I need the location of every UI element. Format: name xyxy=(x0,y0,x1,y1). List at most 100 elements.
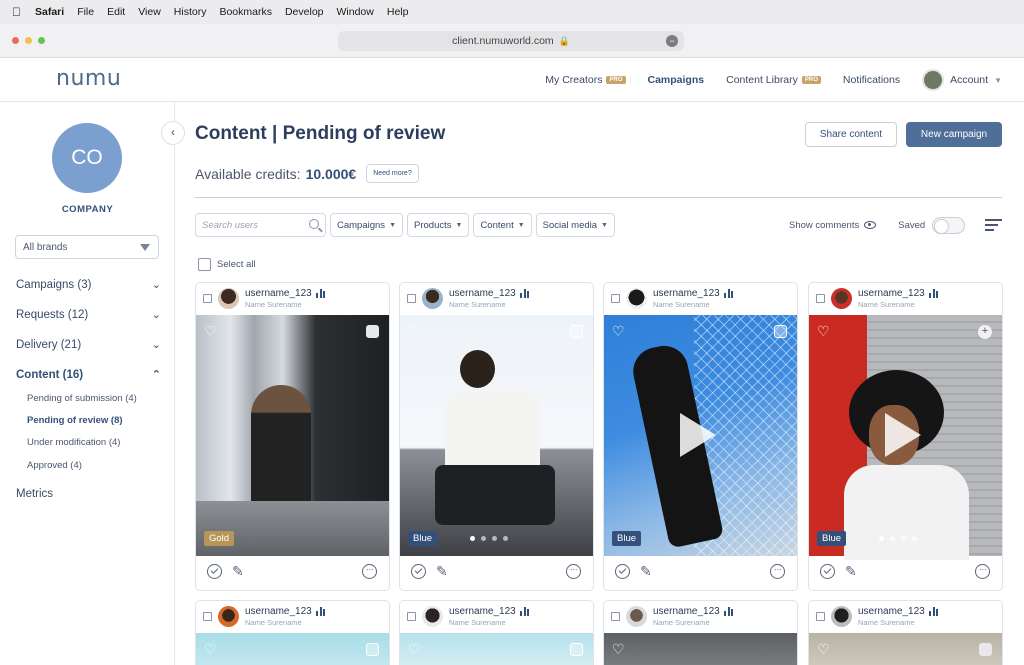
content-photo[interactable]: ♡ xyxy=(604,633,797,665)
heart-icon[interactable]: ♡ xyxy=(408,323,421,340)
eye-icon[interactable] xyxy=(864,221,877,229)
content-photo[interactable]: ♡ xyxy=(809,633,1002,665)
select-corner-icon[interactable] xyxy=(570,325,583,338)
creator-avatar[interactable] xyxy=(422,606,443,627)
edit-icon[interactable]: ✎ xyxy=(845,563,857,580)
stats-icon[interactable] xyxy=(520,289,529,298)
content-photo[interactable]: ♡ xyxy=(400,633,593,665)
menu-safari[interactable]: Safari xyxy=(35,6,64,18)
new-campaign-button[interactable]: New campaign xyxy=(906,122,1002,147)
content-card[interactable]: username_123 Name Surename ♡ xyxy=(808,600,1003,665)
more-options-icon[interactable]: ··· xyxy=(362,564,377,579)
card-checkbox[interactable] xyxy=(611,612,620,621)
more-options-icon[interactable]: ··· xyxy=(975,564,990,579)
heart-icon[interactable]: ♡ xyxy=(817,323,830,340)
card-checkbox[interactable] xyxy=(203,294,212,303)
carousel-dots[interactable] xyxy=(470,536,508,541)
select-all[interactable]: Select all xyxy=(198,258,256,271)
creator-avatar[interactable] xyxy=(422,288,443,309)
sidebar-sub-approved[interactable]: Approved (4) xyxy=(27,460,82,471)
select-corner-icon[interactable] xyxy=(366,325,379,338)
stats-icon[interactable] xyxy=(724,289,733,298)
heart-icon[interactable]: ♡ xyxy=(204,323,217,340)
sidebar-sub-pending-submission[interactable]: Pending of submission (4) xyxy=(27,393,137,404)
edit-icon[interactable]: ✎ xyxy=(436,563,448,580)
menu-develop[interactable]: Develop xyxy=(285,6,324,18)
nav-notifications[interactable]: Notifications xyxy=(843,74,900,86)
need-more-button[interactable]: Need more? xyxy=(366,164,419,183)
stats-icon[interactable] xyxy=(316,289,325,298)
menu-bookmarks[interactable]: Bookmarks xyxy=(219,6,272,18)
share-content-button[interactable]: Share content xyxy=(805,122,897,147)
select-corner-icon[interactable] xyxy=(979,643,992,656)
heart-icon[interactable]: ♡ xyxy=(408,641,421,658)
apple-icon[interactable]:  xyxy=(12,5,21,19)
sort-icon[interactable] xyxy=(985,219,1002,234)
card-checkbox[interactable] xyxy=(203,612,212,621)
content-card[interactable]: username_123 Name Surename ♡ Blue ✎ ··· xyxy=(603,282,798,591)
search-input[interactable]: Search users xyxy=(195,213,326,237)
menu-view[interactable]: View xyxy=(138,6,161,18)
card-checkbox[interactable] xyxy=(611,294,620,303)
creator-avatar[interactable] xyxy=(626,606,647,627)
collapse-sidebar-button[interactable]: ‹ xyxy=(161,121,185,145)
account-menu[interactable]: Account ▼ xyxy=(922,69,1002,91)
approve-icon[interactable] xyxy=(820,564,835,579)
menu-help[interactable]: Help xyxy=(387,6,409,18)
filter-social-media[interactable]: Social media ▼ xyxy=(535,213,615,237)
sidebar-sub-under-modification[interactable]: Under modification (4) xyxy=(27,437,120,448)
creator-username[interactable]: username_123 xyxy=(449,288,516,299)
approve-icon[interactable] xyxy=(615,564,630,579)
filter-products[interactable]: Products ▼ xyxy=(407,213,470,237)
edit-icon[interactable]: ✎ xyxy=(232,563,244,580)
content-photo[interactable]: ♡ + Blue xyxy=(809,315,1002,560)
menu-history[interactable]: History xyxy=(174,6,207,18)
sidebar-sub-pending-review[interactable]: Pending of review (8) xyxy=(27,415,123,426)
brands-select[interactable]: All brands xyxy=(15,235,159,259)
sidebar-item-delivery[interactable]: Delivery (21) ⌄ xyxy=(16,338,161,352)
creator-username[interactable]: username_123 xyxy=(858,606,925,617)
creator-avatar[interactable] xyxy=(218,606,239,627)
heart-icon[interactable]: ♡ xyxy=(612,323,625,340)
heart-icon[interactable]: ♡ xyxy=(817,641,830,658)
approve-icon[interactable] xyxy=(207,564,222,579)
saved-toggle[interactable] xyxy=(932,216,966,234)
play-icon[interactable] xyxy=(680,413,716,457)
more-options-icon[interactable]: ··· xyxy=(770,564,785,579)
stats-icon[interactable] xyxy=(929,607,938,616)
creator-avatar[interactable] xyxy=(831,606,852,627)
content-photo[interactable]: ♡ Blue xyxy=(604,315,797,556)
stats-icon[interactable] xyxy=(929,289,938,298)
content-card[interactable]: username_123 Name Surename ♡ xyxy=(399,600,594,665)
content-card[interactable]: username_123 Name Surename ♡ xyxy=(195,600,390,665)
filter-campaigns[interactable]: Campaigns ▼ xyxy=(330,213,403,237)
nav-content-library[interactable]: Content Library PRO xyxy=(726,74,821,86)
creator-username[interactable]: username_123 xyxy=(245,606,312,617)
card-checkbox[interactable] xyxy=(816,612,825,621)
reload-icon[interactable]: − xyxy=(666,35,678,47)
select-all-checkbox[interactable] xyxy=(198,258,211,271)
menu-window[interactable]: Window xyxy=(337,6,374,18)
creator-avatar[interactable] xyxy=(626,288,647,309)
stats-icon[interactable] xyxy=(316,607,325,616)
card-checkbox[interactable] xyxy=(407,612,416,621)
more-options-icon[interactable]: ··· xyxy=(566,564,581,579)
select-corner-icon[interactable] xyxy=(570,643,583,656)
play-icon[interactable] xyxy=(885,413,921,457)
sidebar-item-requests[interactable]: Requests (12) ⌄ xyxy=(16,308,161,322)
zoom-window-button[interactable] xyxy=(38,37,45,44)
edit-icon[interactable]: ✎ xyxy=(640,563,652,580)
close-window-button[interactable] xyxy=(12,37,19,44)
content-photo[interactable]: ♡ xyxy=(196,633,389,665)
add-icon[interactable]: + xyxy=(978,325,992,339)
heart-icon[interactable]: ♡ xyxy=(204,641,217,658)
sidebar-item-campaigns[interactable]: Campaigns (3) ⌄ xyxy=(16,278,161,292)
nav-my-creators[interactable]: My Creators PRO xyxy=(545,74,626,86)
stats-icon[interactable] xyxy=(724,607,733,616)
nav-campaigns[interactable]: Campaigns xyxy=(648,74,705,86)
content-photo[interactable]: ♡ Blue xyxy=(400,315,593,556)
stats-icon[interactable] xyxy=(520,607,529,616)
content-card[interactable]: username_123 Name Surename ♡ Gold ✎ ··· xyxy=(195,282,390,591)
content-card[interactable]: username_123 Name Surename ♡ + Blue ✎ ··… xyxy=(808,282,1003,591)
creator-username[interactable]: username_123 xyxy=(858,288,925,299)
